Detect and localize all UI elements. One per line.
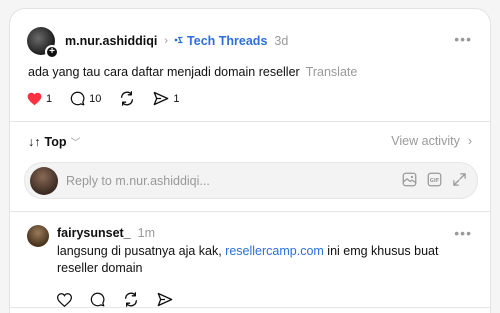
topic-label: Tech Threads xyxy=(187,34,268,48)
send-icon xyxy=(153,91,169,106)
reply-tools: GIF xyxy=(392,172,467,187)
chevron-down-icon: ﹀ xyxy=(70,138,81,149)
divider xyxy=(10,121,490,122)
sort-label: Top xyxy=(44,134,67,149)
repost-icon xyxy=(123,292,139,307)
comment-bubble-icon xyxy=(70,91,85,106)
reply-button[interactable]: 10 xyxy=(70,91,101,106)
thread-card: + m.nur.ashiddiqi › Tech Threads 3d ••• … xyxy=(9,8,491,313)
svg-text:GIF: GIF xyxy=(430,178,439,184)
topic-link-icon xyxy=(174,35,184,48)
reply-button[interactable] xyxy=(90,292,105,307)
gif-icon[interactable]: GIF xyxy=(427,172,442,187)
comment-link[interactable]: resellercamp.com xyxy=(225,244,324,258)
comment-header: fairysunset_ 1m xyxy=(57,226,155,240)
share-button[interactable]: 1 xyxy=(153,91,180,106)
image-icon[interactable] xyxy=(402,172,417,187)
like-button[interactable] xyxy=(57,292,72,307)
comment-text-before: langsung di pusatnya aja kak, xyxy=(57,244,226,258)
repost-icon xyxy=(119,91,135,106)
follow-plus-icon[interactable]: + xyxy=(45,45,59,59)
send-icon xyxy=(157,292,173,307)
comment-actions xyxy=(57,292,191,307)
sort-arrows-icon: ↓↑ xyxy=(28,134,41,149)
divider xyxy=(10,211,490,212)
more-dots-icon[interactable]: ••• xyxy=(454,32,472,46)
sort-dropdown[interactable]: ↓↑ Top ﹀ xyxy=(28,134,81,150)
avatar[interactable] xyxy=(27,225,49,247)
comment-username[interactable]: fairysunset_ xyxy=(57,226,131,240)
view-activity-label: View activity xyxy=(391,134,460,148)
heart-icon xyxy=(57,292,72,307)
comment-time: 1m xyxy=(137,226,156,240)
comment-text: langsung di pusatnya aja kak, resellerca… xyxy=(57,243,447,277)
post-username[interactable]: m.nur.ashiddiqi xyxy=(65,34,157,48)
post-actions: 1 10 1 xyxy=(27,91,198,106)
avatar xyxy=(30,167,58,195)
post-text: ada yang tau cara daftar menjadi domain … xyxy=(28,65,357,79)
share-button[interactable] xyxy=(157,292,173,307)
expand-icon[interactable] xyxy=(452,172,467,187)
topic-link[interactable]: Tech Threads xyxy=(174,34,267,48)
heart-icon xyxy=(27,92,42,106)
like-count: 1 xyxy=(46,92,53,105)
chevron-right-icon: › xyxy=(467,134,472,148)
reply-count: 10 xyxy=(89,92,102,105)
comment-bubble-icon xyxy=(90,292,105,307)
post-body: ada yang tau cara daftar menjadi domain … xyxy=(28,65,300,79)
reply-placeholder: Reply to m.nur.ashiddiqi... xyxy=(66,174,210,188)
chevron-right-icon: › xyxy=(164,35,169,47)
translate-link[interactable]: Translate xyxy=(306,65,358,79)
post-header: m.nur.ashiddiqi › Tech Threads 3d xyxy=(65,32,288,50)
more-dots-icon[interactable]: ••• xyxy=(454,226,472,240)
view-activity-link[interactable]: View activity › xyxy=(391,134,472,148)
like-button[interactable]: 1 xyxy=(27,92,52,106)
repost-button[interactable] xyxy=(123,292,139,307)
share-count: 1 xyxy=(173,92,180,105)
repost-button[interactable] xyxy=(119,91,135,106)
post-time: 3d xyxy=(274,34,289,48)
reply-input[interactable]: Reply to m.nur.ashiddiqi... GIF xyxy=(24,162,478,199)
divider xyxy=(10,307,490,308)
avatar[interactable]: + xyxy=(27,27,59,59)
main-post: + m.nur.ashiddiqi › Tech Threads 3d ••• … xyxy=(10,9,490,121)
